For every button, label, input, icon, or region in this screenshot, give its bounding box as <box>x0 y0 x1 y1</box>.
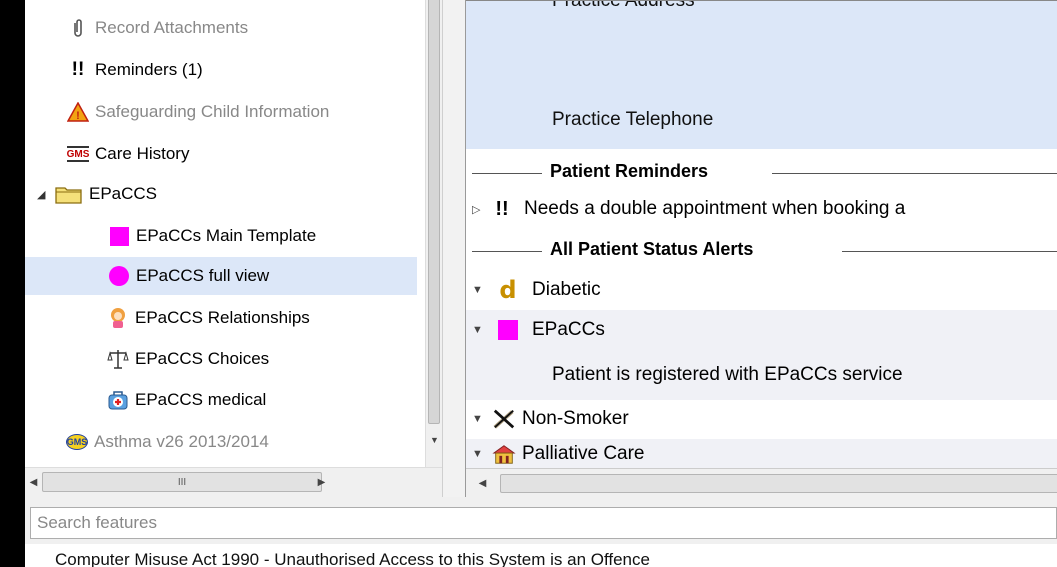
reminder-row[interactable]: ▷ !! Needs a double appointment when boo… <box>466 189 1057 229</box>
practice-details: Practice Address Practice Telephone <box>466 1 1057 149</box>
nav-item-epaccs-choices[interactable]: EPaCCS Choices <box>25 340 417 378</box>
gms-icon: GMS <box>67 146 89 162</box>
nav-item-reminders[interactable]: !! Reminders (1) <box>25 51 417 89</box>
patient-summary-panel: Practice Address Practice Telephone Pati… <box>466 0 1057 497</box>
nav-item-label: Safeguarding Child Information <box>95 102 330 121</box>
nav-item-asthma-v26[interactable]: GMS Asthma v26 2013/2014 <box>25 423 417 461</box>
magenta-square-icon <box>496 320 520 340</box>
alert-detail-epaccs: Patient is registered with EPaCCs servic… <box>466 350 1057 400</box>
expanded-arrow-icon[interactable]: ▼ <box>472 448 486 460</box>
person-icon <box>107 307 129 329</box>
alert-label: Palliative Care <box>522 443 645 464</box>
double-exclamation-icon: !! <box>495 197 509 220</box>
legal-warning-text: Computer Misuse Act 1990 - Unauthorised … <box>55 550 650 567</box>
scroll-down-arrow-icon[interactable]: ▼ <box>426 432 442 449</box>
reminder-text: Needs a double appointment when booking … <box>524 198 906 219</box>
nav-item-label: Record Attachments <box>95 18 249 37</box>
nav-item-label: Reminders (1) <box>95 60 203 79</box>
navigation-panel: Record Attachments !! Reminders (1) ! Sa… <box>25 0 442 497</box>
nav-item-epaccs-folder[interactable]: ◢ EPaCCS <box>25 175 417 213</box>
navigation-tree: Record Attachments !! Reminders (1) ! Sa… <box>25 0 425 467</box>
practice-address-label: Practice Address <box>552 0 695 11</box>
divider <box>772 173 1057 174</box>
folder-icon <box>55 183 83 205</box>
scroll-left-arrow-icon[interactable]: ◀ <box>25 468 42 496</box>
panel-splitter[interactable] <box>442 0 466 497</box>
nav-item-epaccs-main-template[interactable]: EPaCCs Main Template <box>25 217 417 255</box>
alert-row-diabetic[interactable]: ▼ d Diabetic <box>466 270 1057 310</box>
alert-detail-text: Patient is registered with EPaCCs servic… <box>552 364 903 385</box>
expanded-arrow-icon[interactable]: ▼ <box>472 284 486 296</box>
nav-item-label: EPaCCs Main Template <box>136 226 317 245</box>
expanded-arrow-icon[interactable]: ◢ <box>37 188 49 201</box>
nav-item-epaccs-medical[interactable]: EPaCCS medical <box>25 381 417 419</box>
magenta-square-icon <box>108 225 130 247</box>
diabetic-d-icon: d <box>499 276 517 304</box>
nav-item-safeguarding-child-information[interactable]: ! Safeguarding Child Information <box>25 93 417 131</box>
scroll-grip: III <box>177 476 187 488</box>
scroll-right-arrow-icon[interactable]: ▶ <box>313 468 330 496</box>
medical-bag-icon <box>107 389 129 411</box>
divider <box>472 251 542 252</box>
alert-label: Non-Smoker <box>522 408 629 429</box>
alert-label: Diabetic <box>532 279 601 300</box>
expanded-arrow-icon[interactable]: ▼ <box>472 413 486 425</box>
alert-label: EPaCCs <box>532 319 605 340</box>
nav-item-label: Asthma v26 2013/2014 <box>94 432 269 451</box>
double-exclamation-icon: !! <box>71 59 85 80</box>
nav-vertical-scroll-thumb[interactable] <box>428 0 440 424</box>
nav-item-record-attachments[interactable]: Record Attachments <box>25 9 417 47</box>
scales-icon <box>107 348 129 370</box>
collapsed-arrow-icon[interactable]: ▷ <box>472 203 486 216</box>
warning-triangle-icon: ! <box>67 101 89 123</box>
search-features-input[interactable] <box>30 507 1057 539</box>
alert-row-epaccs[interactable]: ▼ EPaCCs <box>466 310 1057 350</box>
status-alerts-header: All Patient Status Alerts <box>466 239 1057 263</box>
status-bar: Computer Misuse Act 1990 - Unauthorised … <box>25 544 1057 567</box>
divider <box>842 251 1057 252</box>
divider <box>472 173 542 174</box>
summary-horizontal-scroll-thumb[interactable] <box>500 474 1057 493</box>
alert-row-palliative-care[interactable]: ▼ Palliative Care <box>466 439 1057 469</box>
nav-horizontal-scrollbar[interactable]: ◀ III ▶ <box>25 467 442 497</box>
gms-badge-icon: GMS <box>66 434 88 450</box>
section-title: Patient Reminders <box>546 161 713 182</box>
no-smoking-icon <box>492 407 516 431</box>
nav-item-label: EPaCCS full view <box>136 266 270 285</box>
nav-vertical-scrollbar[interactable]: ▼ <box>425 0 442 467</box>
nav-item-label: EPaCCS Choices <box>135 349 270 368</box>
scroll-left-arrow-icon[interactable]: ◀ <box>474 469 491 497</box>
practice-telephone-label: Practice Telephone <box>552 109 714 130</box>
patient-reminders-header: Patient Reminders <box>466 161 1057 185</box>
nav-item-care-history[interactable]: GMS Care History <box>25 135 417 173</box>
nav-item-label: EPaCCS <box>89 184 158 203</box>
section-title: All Patient Status Alerts <box>546 239 758 260</box>
magenta-circle-icon <box>108 265 130 287</box>
palliative-care-icon <box>492 443 516 465</box>
svg-text:!: ! <box>76 110 80 122</box>
nav-horizontal-scroll-thumb[interactable]: III <box>42 472 322 492</box>
nav-item-epaccs-full-view[interactable]: EPaCCS full view <box>25 257 417 295</box>
alert-row-non-smoker[interactable]: ▼ Non-Smoker <box>466 399 1057 439</box>
paperclip-icon <box>67 17 89 39</box>
nav-item-label: Care History <box>95 144 190 163</box>
nav-item-label: EPaCCS Relationships <box>135 308 310 327</box>
summary-horizontal-scrollbar[interactable]: ◀ <box>466 468 1057 497</box>
search-bar-area <box>25 497 1057 544</box>
nav-item-epaccs-relationships[interactable]: EPaCCS Relationships <box>25 299 417 337</box>
expanded-arrow-icon[interactable]: ▼ <box>472 324 486 336</box>
nav-item-label: EPaCCS medical <box>135 390 267 409</box>
